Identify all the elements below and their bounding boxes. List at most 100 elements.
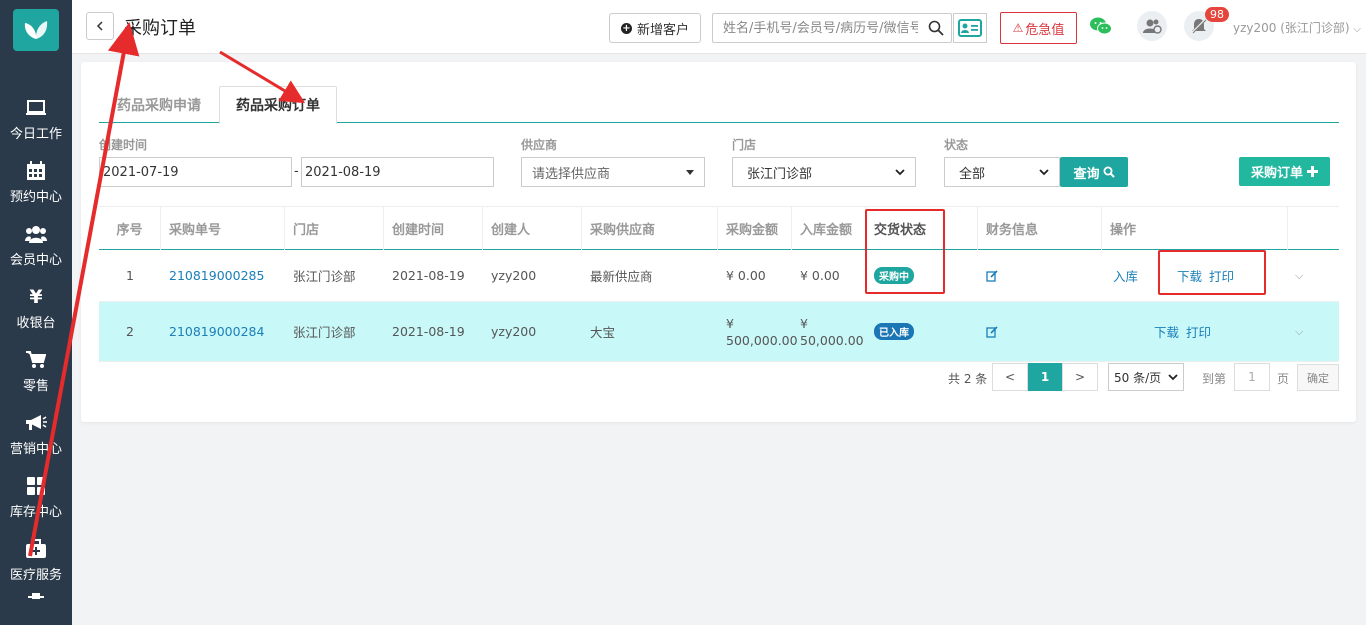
grid-icon [25,475,47,497]
search-icon[interactable] [928,20,944,36]
sidebar-item-retail[interactable]: 零售 [0,340,72,403]
search-input[interactable] [713,14,918,42]
supplier-select[interactable]: 请选择供应商 [521,157,705,187]
yen-icon: ¥ [29,286,43,308]
megaphone-icon [25,412,47,434]
edit-icon[interactable] [986,269,998,282]
cart-icon [25,349,47,371]
table-row[interactable]: 2 210819000284 张江门诊部 2021-08-19 yzy200 大… [99,302,1339,362]
wechat-icon[interactable] [1090,16,1112,40]
tab-purchase-request[interactable]: 药品采购申请 [99,86,219,123]
goto-confirm-button[interactable]: 确定 [1297,364,1339,391]
stock-in-link[interactable]: 入库 [1105,250,1138,301]
sidebar-item-label: 预约中心 [9,190,62,205]
medkit-icon [25,538,47,560]
sidebar-item-inventory[interactable]: 库存中心 [0,466,72,529]
chevron-down-icon [1168,373,1178,380]
expand-chevron-icon[interactable]: ⌵ [1287,250,1303,301]
page-unit-label: 页 [1277,372,1290,386]
cell-supplier: 大宝 [590,325,616,340]
cell-finance [978,250,998,301]
tab-bar: 药品采购申请 药品采购订单 [99,86,1339,124]
col-stock-amount: 入库金额 [792,207,866,250]
col-expand [1288,207,1339,250]
cell-index: 1 [126,268,134,283]
sidebar-more-icon[interactable] [28,590,44,600]
cell-supplier: 最新供应商 [590,269,653,284]
new-purchase-order-button[interactable]: 采购订单 [1239,157,1330,186]
page-size-select[interactable]: 50 条/页 [1108,363,1184,391]
store-label: 门店 [732,138,757,152]
cell-store: 张江门诊部 [293,269,356,284]
cell-stock-amount: ¥ 0.00 [800,268,840,283]
purchase-order-table: 序号 采购单号 门店 创建时间 创建人 采购供应商 采购金额 入库金额 交货状态… [99,206,1339,362]
col-store: 门店 [285,207,384,250]
plus-circle-icon: + [620,22,632,34]
col-order-no: 采购单号 [161,207,285,250]
query-button[interactable]: 查询 [1060,157,1128,187]
download-link[interactable]: 下载 [1146,302,1179,361]
sidebar-item-label: 会员中心 [9,253,62,268]
table-header: 序号 采购单号 门店 创建时间 创建人 采购供应商 采购金额 入库金额 交货状态… [99,206,1339,250]
date-from-input[interactable]: 2021-07-19 [99,157,292,187]
sidebar-item-label: 今日工作 [9,127,62,142]
col-created: 创建时间 [384,207,483,250]
chevron-down-icon [895,168,905,175]
chevron-left-icon [96,21,103,31]
sidebar: 今日工作 预约中心 会员中心 ¥ 收银台 零售 营销中心 库存中心 医疗服务 [0,0,72,625]
main-panel: 药品采购申请 药品采购订单 创建时间 2021-07-19 - 2021-08-… [81,62,1356,422]
prev-page-button[interactable]: < [992,363,1028,391]
user-menu[interactable]: yzy200 (张江门诊部) ⌵ [1233,19,1361,36]
status-label: 状态 [944,138,969,152]
created-time-label: 创建时间 [99,138,148,152]
app-logo[interactable] [13,9,59,51]
notification-badge: 98 [1205,7,1229,22]
add-customer-button[interactable]: + 新增客户 [609,13,701,43]
col-creator: 创建人 [483,207,582,250]
date-to-input[interactable]: 2021-08-19 [301,157,494,187]
sidebar-item-today-work[interactable]: 今日工作 [0,88,72,151]
edit-icon[interactable] [986,325,998,338]
store-select[interactable]: 张江门诊部 [732,157,916,187]
chevron-down-icon: ⌵ [1353,24,1362,35]
sidebar-item-marketing[interactable]: 营销中心 [0,403,72,466]
table-row[interactable]: 1 210819000285 张江门诊部 2021-08-19 yzy200 最… [99,250,1339,302]
status-badge: 已入库 [874,323,914,340]
order-no-link[interactable]: 210819000284 [161,302,264,361]
back-button[interactable] [86,12,114,40]
pagination-total: 共 2 条 [948,372,988,386]
status-select[interactable]: 全部 [944,157,1060,187]
goto-page-input[interactable]: 1 [1234,363,1270,391]
sidebar-item-label: 收银台 [16,316,56,331]
top-header: 采购订单 + 新增客户 ⚠ 危急值 98 yzy200 (张江门诊部) ⌵ [72,0,1366,54]
page-1-button[interactable]: 1 [1028,363,1062,391]
sidebar-item-label: 营销中心 [9,442,62,457]
customer-search[interactable] [712,13,952,43]
cell-index: 2 [126,324,134,339]
cell-status: 已入库 [866,302,914,361]
cell-creator: yzy200 [491,268,537,283]
sidebar-item-appointments[interactable]: 预约中心 [0,151,72,214]
order-no-link[interactable]: 210819000285 [161,250,264,301]
page-title: 采购订单 [124,18,196,39]
online-users-icon[interactable] [1137,11,1167,41]
sidebar-item-cashier[interactable]: ¥ 收银台 [0,277,72,340]
plus-icon [1307,166,1318,177]
sidebar-item-members[interactable]: 会员中心 [0,214,72,277]
users-icon [25,223,47,245]
expand-chevron-icon[interactable]: ⌵ [1287,302,1303,361]
col-actions: 操作 [1102,207,1288,250]
next-page-button[interactable]: > [1062,363,1098,391]
calendar-icon [25,160,47,182]
goto-label: 到第 [1202,372,1227,386]
col-finance: 财务信息 [978,207,1102,250]
critical-value-button[interactable]: ⚠ 危急值 [1000,12,1077,44]
tab-purchase-order[interactable]: 药品采购订单 [219,86,337,124]
caret-down-icon [686,169,694,175]
id-card-button[interactable] [953,13,987,43]
cell-amount: ¥ 0.00 [726,268,766,283]
print-link[interactable]: 打印 [1178,302,1211,361]
annotation-box-status [865,209,945,294]
chevron-down-icon [1039,168,1049,175]
sidebar-item-medical[interactable]: 医疗服务 [0,529,72,592]
